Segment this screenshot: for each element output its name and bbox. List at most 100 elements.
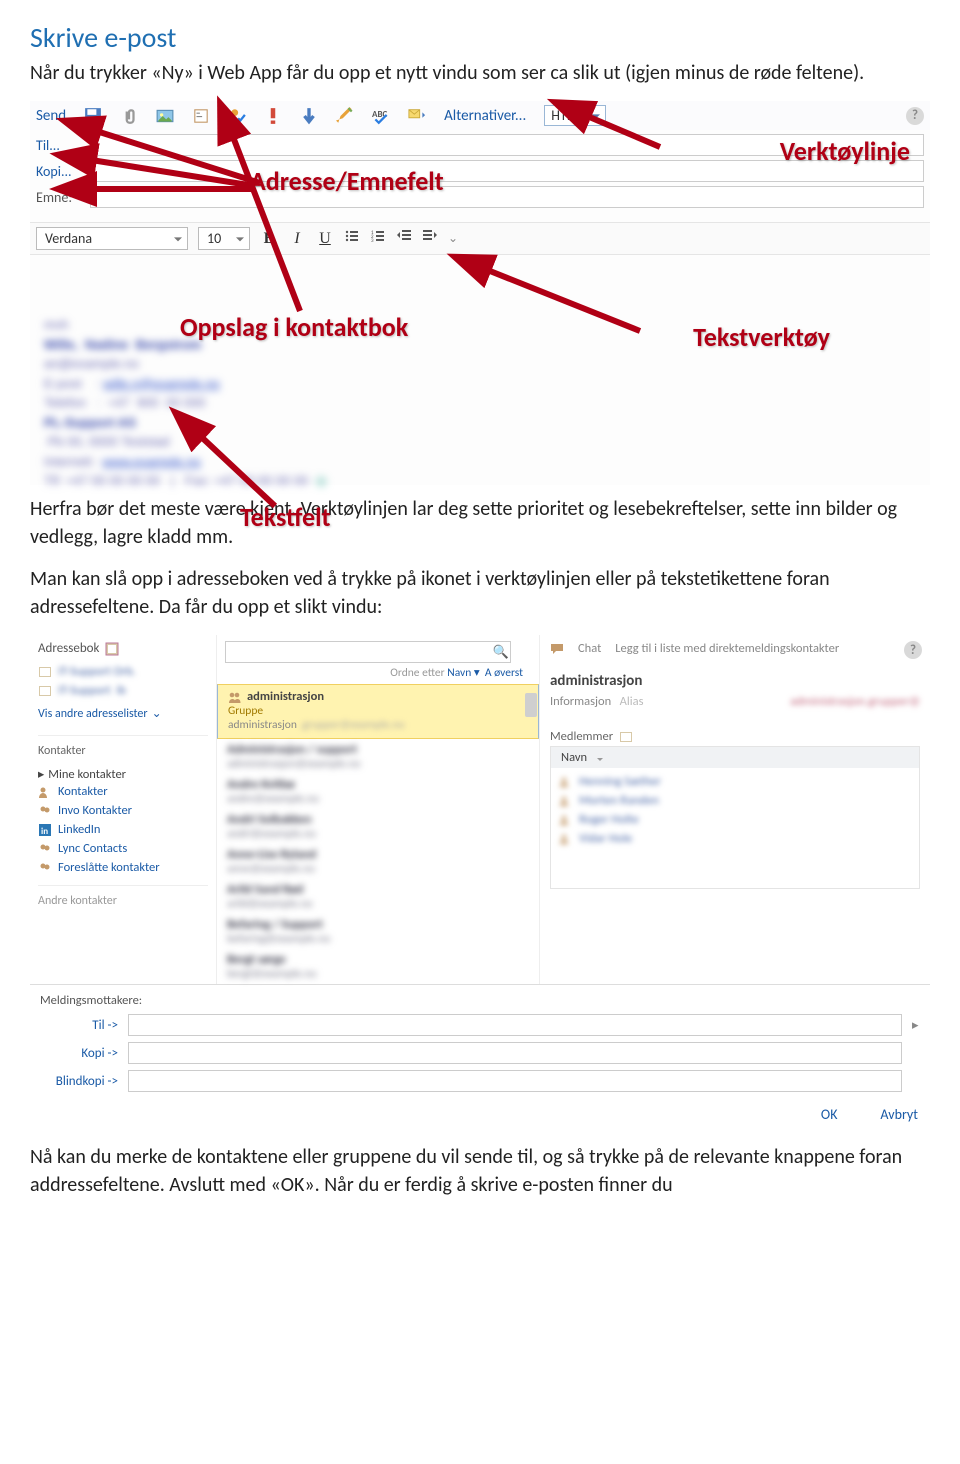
abook-search-input[interactable]	[225, 641, 511, 663]
cc-recipients-input[interactable]	[128, 1042, 902, 1064]
member-row[interactable]: Roger Holte	[559, 810, 911, 829]
to-recipients-input[interactable]	[128, 1014, 902, 1036]
scroll-hint-icon: ▸	[912, 1018, 920, 1033]
search-icon[interactable]: 🔍	[493, 645, 509, 660]
formatting-toolbar: Verdana 10 B I U 123 ⌄	[30, 222, 930, 255]
abook-left-pane: Adressebok IT-Support Orb. IT-Support ib…	[30, 635, 217, 984]
help-icon[interactable]: ?	[906, 107, 924, 125]
lync-contacts-folder[interactable]: Lync Contacts	[38, 839, 208, 858]
abook-result-row[interactable]: Andri Solbakkenandri@example.no	[217, 809, 539, 844]
show-other-lists[interactable]: Vis andre adresselister⌄	[38, 700, 208, 727]
more-options-icon[interactable]	[408, 107, 426, 125]
numbered-list-icon[interactable]: 123	[370, 228, 386, 249]
high-importance-icon[interactable]	[264, 107, 282, 125]
to-add-button[interactable]: Til ->	[40, 1018, 118, 1033]
ok-button[interactable]: OK	[821, 1106, 838, 1123]
signature-icon[interactable]	[336, 107, 354, 125]
add-to-im-link[interactable]: Legg til i liste med direktemeldingskont…	[615, 641, 839, 656]
compose-toolbar: Send ABC Alternativer... HTML ?	[30, 101, 930, 130]
suggested-contacts-folder[interactable]: Foreslåtte kontakter	[38, 858, 208, 877]
bcc-recipients-input[interactable]	[128, 1070, 902, 1092]
outro-paragraph: Nå kan du merke de kontaktene eller grup…	[30, 1143, 930, 1199]
attachment-icon[interactable]	[120, 107, 138, 125]
scrollbar-thumb[interactable]	[525, 693, 537, 717]
my-contacts-toggle[interactable]: ▸ Mine kontakter	[38, 758, 208, 782]
bullet-list-icon[interactable]	[344, 228, 360, 249]
mid-paragraph-1: Herfra bør det meste være kjent. Verktøy…	[30, 495, 930, 551]
abook-detail-pane: Chat Legg til i liste med direktemelding…	[540, 635, 930, 984]
svg-text:in: in	[41, 826, 48, 837]
underline-button[interactable]: U	[316, 230, 334, 248]
abook-result-row[interactable]: Arild Sand Rødarild@example.no	[217, 879, 539, 914]
member-row[interactable]: Vidar Hole	[559, 829, 911, 848]
insert-image-icon[interactable]	[156, 107, 174, 125]
recipients-section: Meldingsmottakere: Til -> ▸ Kopi -> Blin…	[30, 984, 930, 1102]
sort-controls[interactable]: Ordne etter Navn ▾ A øverst	[217, 665, 539, 684]
svg-text:ABC: ABC	[372, 109, 387, 120]
chat-icon[interactable]	[550, 642, 564, 656]
subject-input[interactable]	[90, 186, 924, 208]
bold-button[interactable]: B	[260, 230, 278, 248]
address-book-icon[interactable]	[192, 107, 210, 125]
cc-label[interactable]: Kopi...	[36, 163, 84, 180]
contacts-section-header: Kontakter	[38, 735, 208, 758]
contacts-folder[interactable]: Kontakter	[38, 782, 208, 801]
bcc-add-button[interactable]: Blindkopi ->	[40, 1074, 118, 1089]
address-book-window: Adressebok IT-Support Orb. IT-Support ib…	[30, 635, 930, 1129]
compose-window: Send ABC Alternativer... HTML ? Til... K…	[30, 101, 930, 485]
font-select[interactable]: Verdana	[36, 227, 188, 250]
subject-label: Emne:	[36, 189, 84, 206]
alias-value: administrasjon.grupper@	[790, 694, 920, 709]
cc-add-button[interactable]: Kopi ->	[40, 1046, 118, 1061]
abook-result-row[interactable]: Andre Kvitbøandre@example.no	[217, 774, 539, 809]
cc-input[interactable]	[90, 160, 924, 182]
expand-formatting-icon[interactable]: ⌄	[448, 231, 458, 246]
abook-results-pane: 🔍 Ordne etter Navn ▾ A øverst administra…	[217, 635, 540, 984]
linkedin-folder[interactable]: inLinkedIn	[38, 820, 208, 839]
tab-alias[interactable]: Alias	[620, 694, 644, 709]
abook-result-selected[interactable]: administrasjon Gruppe administrasjon .gr…	[217, 684, 539, 739]
members-icon	[619, 730, 633, 744]
detail-title: administrasjon	[550, 672, 920, 690]
indent-icon[interactable]	[422, 228, 438, 249]
spellcheck-icon[interactable]: ABC	[372, 107, 390, 125]
svg-text:3: 3	[371, 238, 374, 244]
help-icon[interactable]: ?	[904, 641, 922, 659]
members-list: Henning Sæther Morten Randen Roger Holte…	[550, 768, 920, 889]
abook-list-item[interactable]: IT-Support Orb.	[38, 662, 208, 681]
low-importance-icon[interactable]	[300, 107, 318, 125]
outdent-icon[interactable]	[396, 228, 412, 249]
abook-list-item[interactable]: IT-Support ib	[38, 681, 208, 700]
options-link[interactable]: Alternativer...	[444, 107, 526, 125]
abook-result-row[interactable]: Administrasjon / supportadministrasjon@e…	[217, 739, 539, 774]
abook-title: Adressebok	[38, 641, 208, 656]
chat-link[interactable]: Chat	[578, 641, 601, 656]
abook-result-list: administrasjon Gruppe administrasjon .gr…	[217, 684, 539, 984]
member-row[interactable]: Henning Sæther	[559, 772, 911, 791]
cancel-button[interactable]: Avbryt	[880, 1106, 918, 1123]
to-input[interactable]	[90, 134, 924, 156]
send-button[interactable]: Send	[36, 107, 66, 125]
members-name-column[interactable]: Navn	[550, 746, 920, 768]
tab-info[interactable]: Informasjon	[550, 694, 611, 709]
to-label[interactable]: Til...	[36, 137, 84, 154]
mid-paragraph-2: Man kan slå opp i adresseboken ved å try…	[30, 565, 930, 621]
intro-paragraph: Når du trykker «Ny» i Web App får du opp…	[30, 59, 930, 87]
abook-result-row[interactable]: Anne-Lise Rylandanne@example.no	[217, 844, 539, 879]
blurred-signature: mvh Wille, Nadine Bergstrom an@example.n…	[44, 315, 916, 491]
italic-button[interactable]: I	[288, 230, 306, 248]
member-row[interactable]: Morten Randen	[559, 791, 911, 810]
save-icon[interactable]	[84, 107, 102, 125]
section-heading: Skrive e-post	[30, 20, 930, 55]
check-names-icon[interactable]	[228, 107, 246, 125]
abook-result-row[interactable]: Bergt sørgebergt@example.no	[217, 949, 539, 984]
group-icon	[228, 690, 242, 704]
abook-result-row[interactable]: Befaring / Supportbefaring@example.no	[217, 914, 539, 949]
font-size-select[interactable]: 10	[198, 227, 250, 250]
address-fields: Til... Kopi... Emne:	[30, 130, 930, 214]
dialog-buttons: OK Avbryt	[30, 1102, 930, 1129]
message-body[interactable]: mvh Wille, Nadine Bergstrom an@example.n…	[30, 255, 930, 485]
format-select[interactable]: HTML	[544, 105, 605, 126]
invo-contacts-folder[interactable]: Invo Kontakter	[38, 801, 208, 820]
other-contacts-label: Andre kontakter	[38, 885, 208, 908]
